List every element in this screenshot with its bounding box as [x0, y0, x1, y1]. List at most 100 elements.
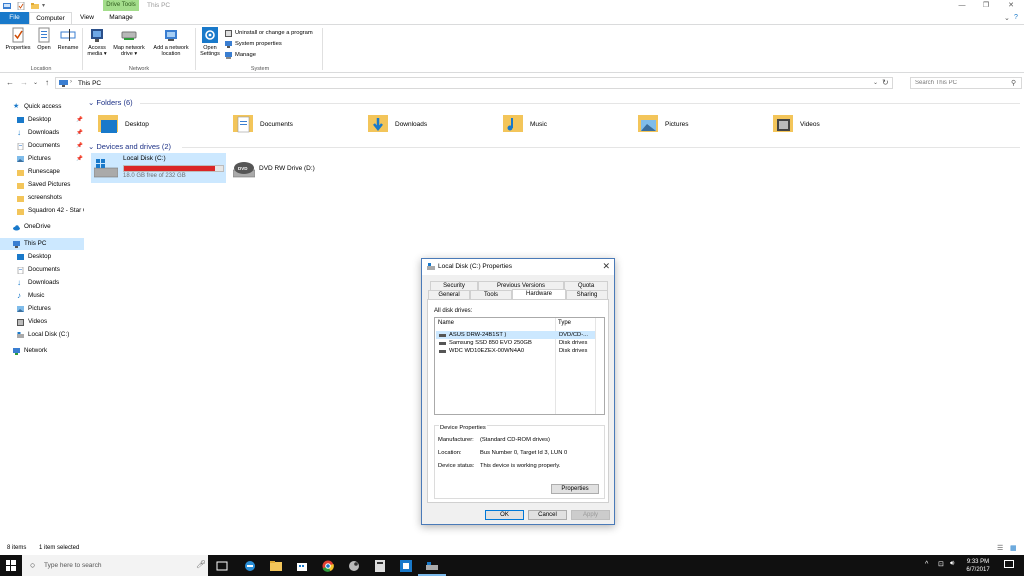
- tab-quota[interactable]: Quota: [564, 281, 608, 290]
- network-tray-icon[interactable]: ⊡: [938, 560, 944, 568]
- devices-section-header[interactable]: ⌄ Devices and drives (2): [88, 142, 171, 151]
- sidebar-item-documents[interactable]: Documents 📌: [0, 140, 84, 152]
- action-center-icon[interactable]: [1004, 560, 1014, 570]
- windows-start-icon[interactable]: [0, 555, 22, 576]
- folder-desktop[interactable]: Desktop: [98, 112, 218, 136]
- pin-icon[interactable]: 📌: [76, 153, 83, 165]
- sidebar-item-squadron-42[interactable]: Squadron 42 - Star C: [0, 205, 84, 217]
- tab-tools[interactable]: Tools: [470, 290, 512, 299]
- taskbar-clock[interactable]: 9:33 PM 6/7/2017: [958, 558, 998, 574]
- map-network-drive-button[interactable]: Map network drive ▾: [110, 27, 148, 57]
- dialog-close-button[interactable]: ✕: [602, 261, 610, 272]
- back-arrow-icon[interactable]: ←: [6, 78, 14, 87]
- tray-expand-icon[interactable]: ^: [925, 561, 928, 568]
- rename-button[interactable]: Rename: [56, 27, 80, 51]
- chrome-icon[interactable]: [322, 560, 334, 572]
- properties-qa-icon[interactable]: [17, 2, 25, 10]
- minimize-button[interactable]: —: [956, 1, 968, 11]
- pin-icon[interactable]: 📌: [76, 127, 83, 139]
- refresh-icon[interactable]: ↻: [882, 78, 889, 87]
- sidebar-item-pc-desktop[interactable]: Desktop: [0, 251, 84, 263]
- sidebar-item-pc-pictures[interactable]: Pictures: [0, 303, 84, 315]
- properties-button[interactable]: Properties: [4, 27, 32, 51]
- cancel-button[interactable]: Cancel: [528, 510, 567, 520]
- settings-app-icon[interactable]: [400, 560, 412, 572]
- sidebar-item-downloads[interactable]: ↓ Downloads 📌: [0, 127, 84, 139]
- task-view-icon[interactable]: [216, 560, 228, 572]
- recent-dropdown-icon[interactable]: ⌄: [33, 79, 38, 86]
- list-item[interactable]: Samsung SSD 850 EVO 250GB Disk drives: [436, 339, 595, 347]
- breadcrumb-chevron-icon[interactable]: ›: [70, 79, 72, 85]
- tab-manage[interactable]: Manage: [103, 12, 139, 24]
- tab-security[interactable]: Security: [430, 281, 478, 290]
- sidebar-item-screenshots[interactable]: screenshots: [0, 192, 84, 204]
- maximize-button[interactable]: ❐: [980, 1, 992, 11]
- taskbar-search[interactable]: ○ Type here to search 🎤︎: [22, 555, 208, 576]
- forward-arrow-icon[interactable]: →: [20, 78, 28, 87]
- sidebar-item-pictures[interactable]: Pictures 📌: [0, 153, 84, 165]
- sidebar-item-saved-pictures[interactable]: Saved Pictures: [0, 179, 84, 191]
- ok-button[interactable]: OK: [485, 510, 524, 520]
- open-button[interactable]: Open: [34, 27, 54, 51]
- open-settings-button[interactable]: Open Settings: [198, 27, 222, 57]
- large-icons-view-icon[interactable]: ▦: [1010, 544, 1017, 552]
- file-explorer-icon[interactable]: [270, 560, 282, 572]
- add-network-location-button[interactable]: Add a network location: [150, 27, 192, 57]
- drive-local-disk-c[interactable]: Local Disk (C:) 18.0 GB free of 232 GB: [91, 153, 226, 183]
- uninstall-program-link[interactable]: Uninstall or change a program: [225, 29, 313, 38]
- details-view-icon[interactable]: ☰: [997, 544, 1003, 552]
- system-properties-link[interactable]: System properties: [225, 40, 282, 49]
- sidebar-item-this-pc[interactable]: This PC: [0, 238, 84, 250]
- steam-icon[interactable]: [348, 560, 360, 572]
- list-item[interactable]: ASUS DRW-24B1ST ) DVD/CD-...: [436, 331, 595, 339]
- sidebar-item-pc-music[interactable]: ♪ Music: [0, 290, 84, 302]
- help-icon[interactable]: ?: [1014, 14, 1018, 21]
- close-window-button[interactable]: ✕: [1005, 1, 1017, 11]
- sidebar-item-desktop[interactable]: Desktop 📌: [0, 114, 84, 126]
- sidebar-item-quick-access[interactable]: ★ Quick access: [0, 101, 84, 113]
- apply-button[interactable]: Apply: [571, 510, 610, 520]
- microphone-icon[interactable]: 🎤︎: [196, 560, 206, 569]
- folder-pictures[interactable]: Pictures: [638, 112, 758, 136]
- address-bar[interactable]: › This PC ⌄ ↻: [55, 77, 893, 89]
- sidebar-item-onedrive[interactable]: OneDrive: [0, 221, 84, 233]
- manage-link[interactable]: Manage: [225, 51, 256, 60]
- column-header-name[interactable]: Name: [438, 320, 454, 326]
- new-folder-qa-icon[interactable]: [31, 2, 39, 10]
- access-media-button[interactable]: Access media ▾: [85, 27, 109, 57]
- edge-icon[interactable]: [244, 560, 256, 572]
- folder-downloads[interactable]: Downloads: [368, 112, 488, 136]
- search-box[interactable]: ⚲: [910, 77, 1022, 89]
- volume-icon[interactable]: 🔊︎: [950, 560, 954, 568]
- sidebar-item-network[interactable]: Network: [0, 345, 84, 357]
- device-properties-button[interactable]: Properties: [551, 484, 599, 494]
- address-dropdown-icon[interactable]: ⌄: [873, 79, 878, 86]
- ribbon-collapse-icon[interactable]: ⌄: [1004, 14, 1010, 22]
- pin-icon[interactable]: 📌: [76, 114, 83, 126]
- sidebar-item-pc-videos[interactable]: Videos: [0, 316, 84, 328]
- up-arrow-icon[interactable]: ↑: [45, 78, 49, 87]
- folder-videos[interactable]: Videos: [773, 112, 893, 136]
- tab-view[interactable]: View: [72, 12, 102, 24]
- tab-general[interactable]: General: [428, 290, 470, 299]
- sidebar-item-pc-downloads[interactable]: ↓ Downloads: [0, 277, 84, 289]
- folder-documents[interactable]: Documents: [233, 112, 353, 136]
- store-icon[interactable]: [296, 560, 308, 572]
- sidebar-item-pc-documents[interactable]: Documents: [0, 264, 84, 276]
- list-item[interactable]: WDC WD10EZEX-00WN4A0 Disk drives: [436, 347, 595, 355]
- dialog-title-bar[interactable]: Local Disk (C:) Properties ✕: [422, 259, 614, 275]
- pin-icon[interactable]: 📌: [76, 140, 83, 152]
- drive-app-icon[interactable]: [426, 560, 438, 572]
- tab-file[interactable]: File: [0, 12, 29, 24]
- drive-dvd-d[interactable]: DVD DVD RW Drive (D:): [232, 153, 342, 183]
- tab-sharing[interactable]: Sharing: [566, 290, 608, 299]
- breadcrumb-this-pc[interactable]: This PC: [78, 80, 101, 87]
- qa-dropdown-icon[interactable]: ▾: [42, 2, 50, 10]
- column-header-type[interactable]: Type: [558, 320, 571, 326]
- search-input[interactable]: [911, 78, 1006, 88]
- tab-computer[interactable]: Computer: [29, 12, 72, 24]
- folders-section-header[interactable]: ⌄ Folders (6): [88, 98, 133, 107]
- sidebar-item-runescape[interactable]: Runescape: [0, 166, 84, 178]
- disk-drive-list[interactable]: Name Type ASUS DRW-24B1ST ) DVD/CD-... S…: [434, 317, 605, 415]
- calculator-icon[interactable]: [374, 560, 386, 572]
